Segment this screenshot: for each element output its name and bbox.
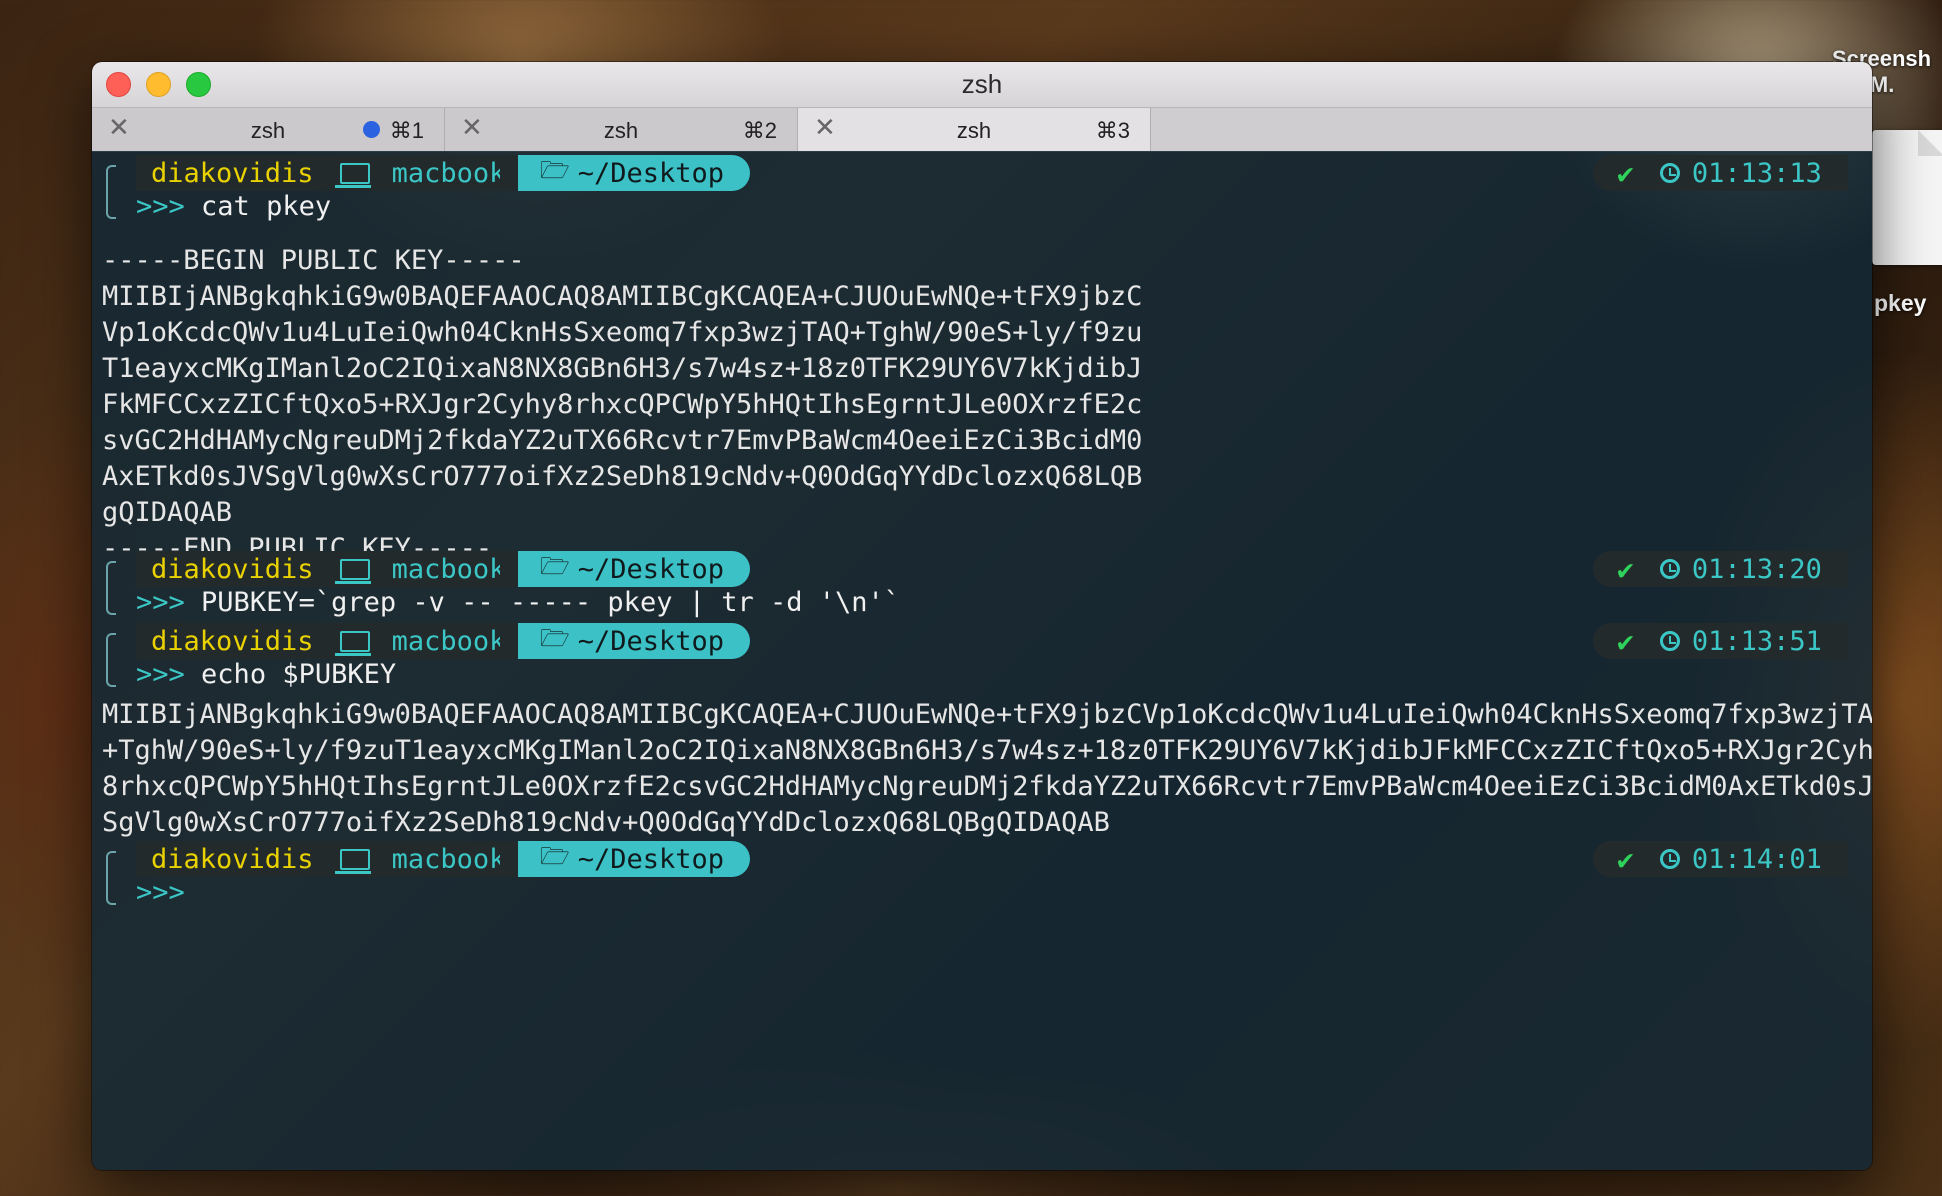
command-line: >>> echo $PUBKEY <box>136 659 396 690</box>
prompt-user: diakovidis <box>151 843 314 875</box>
prompt-user-segment: diakovidis macbook <box>136 551 531 587</box>
prompt-user: diakovidis <box>151 553 314 585</box>
command-line: >>> PUBKEY=`grep -v -- ----- pkey | tr -… <box>136 587 900 618</box>
tab-1[interactable]: ✕ zsh ⌘1 <box>92 108 445 151</box>
command-text: cat pkey <box>201 191 332 222</box>
prompt-bracket <box>106 165 116 219</box>
prompt-status-segment: ✔ 01:13:13 <box>1593 155 1848 191</box>
desktop-file-label[interactable]: pkey <box>1874 290 1926 317</box>
prompt-time: 01:14:01 <box>1691 843 1822 875</box>
output-line: T1eayxcMKgIManl2oC2IQixaN8NX8GBn6H3/s7w4… <box>102 353 1143 384</box>
command-text: PUBKEY=`grep -v -- ----- pkey | tr -d '\… <box>201 587 901 618</box>
prompt-arrows: >>> <box>136 587 185 618</box>
window-title: zsh <box>961 69 1003 99</box>
prompt-dir: ~/Desktop <box>577 625 725 657</box>
tab-shortcut: ⌘2 <box>742 118 777 143</box>
laptop-icon <box>334 630 371 656</box>
prompt-dir-segment: 🗁 ~/Desktop <box>500 155 750 191</box>
output-line: -----BEGIN PUBLIC KEY----- <box>102 245 525 276</box>
tab-bar: ✕ zsh ⌘1 ✕ zsh ⌘2 ✕ zsh ⌘3 <box>92 107 1872 152</box>
prompt-line: diakovidis macbook 🗁 ~/Desktop ✔ 01:13:5… <box>92 623 1872 690</box>
prompt-user-segment: diakovidis macbook <box>136 155 531 191</box>
prompt-bracket <box>106 851 116 905</box>
prompt-line: diakovidis macbook 🗁 ~/Desktop ✔ 01:13:2… <box>92 551 1872 618</box>
title-bar[interactable]: zsh <box>92 62 1872 107</box>
check-icon: ✔ <box>1617 552 1634 586</box>
output-line: AxETkd0sJVSgVlg0wXsCrO777oifXz2SeDh819cN… <box>102 461 1143 492</box>
laptop-icon <box>334 162 371 188</box>
folder-open-icon: 🗁 <box>540 623 570 652</box>
laptop-icon <box>334 848 371 874</box>
zoom-window-button[interactable] <box>186 72 211 97</box>
prompt-arrows: >>> <box>136 877 185 908</box>
laptop-icon <box>334 558 371 584</box>
prompt-status-segment: ✔ 01:13:51 <box>1593 623 1848 659</box>
prompt-host: macbook <box>391 553 506 585</box>
output-line: gQIDAQAB <box>102 497 233 528</box>
prompt-user-segment: diakovidis macbook <box>136 841 531 877</box>
prompt-bracket <box>106 633 116 687</box>
folder-open-icon: 🗁 <box>540 155 570 184</box>
check-icon: ✔ <box>1617 156 1634 190</box>
prompt-dir: ~/Desktop <box>577 553 725 585</box>
output-line: svGC2HdHAMycNgreuDMj2fkdaYZ2uTX66Rcvtr7E… <box>102 425 1143 456</box>
output-line: MIIBIjANBgkqhkiG9w0BAQEFAAOCAQ8AMIIBCgKC… <box>102 281 1143 312</box>
prompt-status-segment: ✔ 01:14:01 <box>1593 841 1848 877</box>
prompt-bracket <box>106 561 116 615</box>
prompt-host: macbook <box>391 625 506 657</box>
activity-dot-icon <box>363 121 380 138</box>
prompt-arrows: >>> <box>136 659 185 690</box>
tab-shortcut: ⌘1 <box>389 118 424 143</box>
prompt-dir: ~/Desktop <box>577 843 725 875</box>
output-line: FkMFCCxzZICftQxo5+RXJgr2Cyhy8rhxcQPCWpY5… <box>102 389 1143 420</box>
check-icon: ✔ <box>1617 624 1634 658</box>
tab-2[interactable]: ✕ zsh ⌘2 <box>445 108 798 151</box>
prompt-dir: ~/Desktop <box>577 157 725 189</box>
minimize-window-button[interactable] <box>146 72 171 97</box>
clock-icon <box>1659 163 1680 183</box>
output-line: Vp1oKcdcQWv1u4LuIeiQwh04CknHsSxeomq7fxp3… <box>102 317 1143 348</box>
prompt-user: diakovidis <box>151 157 314 189</box>
prompt-line: diakovidis macbook 🗁 ~/Desktop ✔ 01:14:0… <box>92 841 1872 908</box>
output-line: 8rhxcQPCWpY5hHQtIhsEgrntJLe0OXrzfE2csvGC… <box>102 771 1872 802</box>
prompt-dir-segment: 🗁 ~/Desktop <box>500 841 750 877</box>
terminal-window: zsh ✕ zsh ⌘1 ✕ zsh ⌘2 ✕ zsh ⌘3 diakovidi… <box>92 62 1872 1170</box>
output-line: SgVlg0wXsCrO777oifXz2SeDh819cNdv+Q0OdGqY… <box>102 807 1110 838</box>
prompt-user-segment: diakovidis macbook <box>136 623 531 659</box>
prompt-dir-segment: 🗁 ~/Desktop <box>500 551 750 587</box>
prompt-line: diakovidis macbook 🗁 ~/Desktop ✔ 01:13:1… <box>92 155 1872 222</box>
prompt-time: 01:13:13 <box>1691 157 1822 189</box>
close-window-button[interactable] <box>106 72 131 97</box>
terminal-content[interactable]: diakovidis macbook 🗁 ~/Desktop ✔ 01:13:1… <box>92 151 1872 1170</box>
clock-icon <box>1659 849 1680 869</box>
prompt-status-segment: ✔ 01:13:20 <box>1593 551 1848 587</box>
prompt-time: 01:13:20 <box>1691 553 1822 585</box>
prompt-user: diakovidis <box>151 625 314 657</box>
command-text: echo $PUBKEY <box>201 659 397 690</box>
tab-shortcut: ⌘3 <box>1095 118 1130 143</box>
clock-icon <box>1659 631 1680 651</box>
traffic-lights <box>106 72 211 97</box>
tab-3[interactable]: ✕ zsh ⌘3 <box>798 108 1151 151</box>
output-line: +TghW/90eS+ly/f9zuT1eayxcMKgIManl2oC2IQi… <box>102 735 1872 766</box>
command-line[interactable]: >>> <box>136 877 201 908</box>
prompt-host: macbook <box>391 843 506 875</box>
command-line: >>> cat pkey <box>136 191 331 222</box>
prompt-dir-segment: 🗁 ~/Desktop <box>500 623 750 659</box>
prompt-host: macbook <box>391 157 506 189</box>
prompt-arrows: >>> <box>136 191 185 222</box>
folder-open-icon: 🗁 <box>540 841 570 870</box>
folder-open-icon: 🗁 <box>540 551 570 580</box>
output-line: MIIBIjANBgkqhkiG9w0BAQEFAAOCAQ8AMIIBCgKC… <box>102 699 1872 730</box>
clock-icon <box>1659 559 1680 579</box>
prompt-time: 01:13:51 <box>1691 625 1822 657</box>
desktop-file-icon[interactable] <box>1872 130 1942 265</box>
check-icon: ✔ <box>1617 842 1634 876</box>
